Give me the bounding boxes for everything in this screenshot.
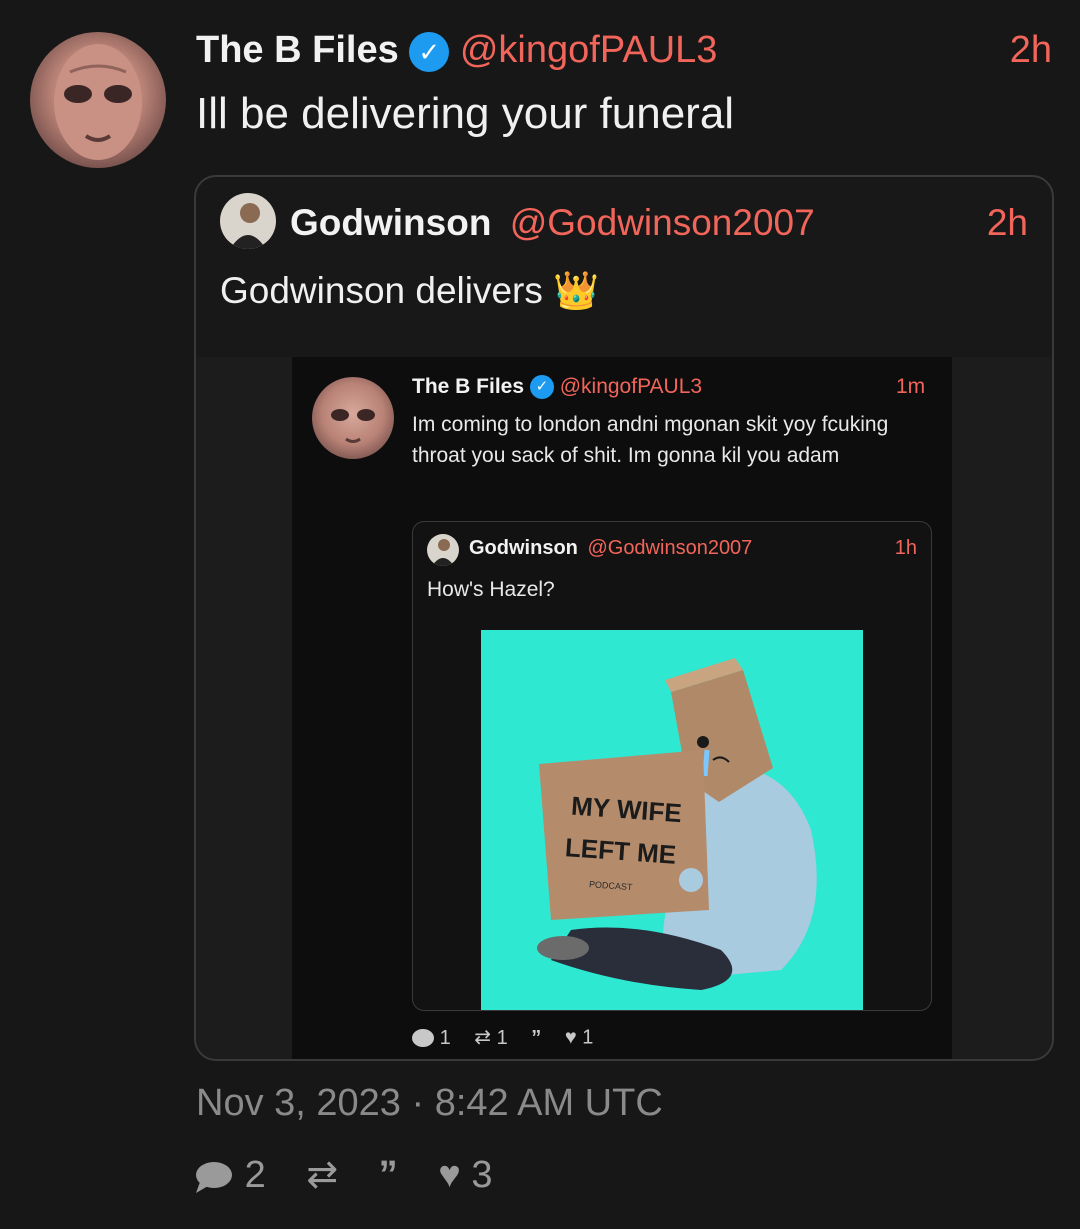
screenshot-handle: @kingofPAUL3 bbox=[559, 375, 703, 398]
reply-icon bbox=[412, 1028, 434, 1047]
screenshot-quoted-header: Godwinson @Godwinson2007 bbox=[469, 534, 752, 562]
tweet-timestamp[interactable]: Nov 3, 2023 · 8:42 AM UTC bbox=[196, 1080, 663, 1126]
tweet-time[interactable]: 2h bbox=[1010, 28, 1052, 72]
verified-badge-icon: ✓ bbox=[529, 375, 554, 400]
avatar[interactable] bbox=[30, 32, 166, 168]
retweet-icon[interactable]: ⇄ bbox=[306, 1154, 338, 1196]
screenshot-time: 1m bbox=[896, 375, 926, 398]
screenshot-quoted-handle: @Godwinson2007 bbox=[587, 537, 753, 559]
alien-face-icon bbox=[54, 44, 142, 160]
reply-count: 1 bbox=[439, 1026, 451, 1049]
quoted-avatar bbox=[220, 193, 276, 249]
quoted-time[interactable]: 2h bbox=[987, 201, 1028, 245]
screenshot-avatar bbox=[312, 377, 394, 459]
like-count: 1 bbox=[582, 1026, 594, 1049]
screenshot-text: Im coming to london andni mgonan skit yo… bbox=[412, 413, 889, 467]
screenshot-stats: 1 ⇄ 1 ” ♥ 1 bbox=[412, 1023, 593, 1052]
tweet-stats: 2 ⇄ ” ♥ 3 bbox=[194, 1150, 493, 1198]
handle[interactable]: @kingofPAUL3 bbox=[460, 29, 718, 71]
display-name[interactable]: The B Files bbox=[196, 29, 399, 71]
alien-face-icon bbox=[331, 409, 375, 443]
like-icon[interactable]: ♥ bbox=[438, 1154, 461, 1196]
like-count: 3 bbox=[471, 1153, 493, 1196]
retweet-count: 1 bbox=[496, 1026, 508, 1049]
screenshot-quoted-card: Godwinson @Godwinson2007 1h How's Hazel? bbox=[412, 521, 932, 1011]
reply-count: 2 bbox=[244, 1153, 266, 1196]
quoted-display-name[interactable]: Godwinson bbox=[290, 202, 491, 243]
screenshot-quoted-time: 1h bbox=[894, 537, 917, 559]
quoted-text: Godwinson delivers 👑 bbox=[220, 270, 600, 311]
reply-icon[interactable] bbox=[194, 1159, 234, 1193]
retweet-icon: ⇄ bbox=[474, 1026, 492, 1049]
screenshot-header: The B Files ✓ @kingofPAUL3 bbox=[412, 373, 702, 401]
person-icon bbox=[230, 203, 266, 249]
meme-image: MY WIFE LEFT ME PODCAST bbox=[481, 630, 863, 1010]
quoted-handle[interactable]: @Godwinson2007 bbox=[510, 202, 815, 243]
verified-badge-icon: ✓ bbox=[409, 31, 450, 72]
tweet-text: Ill be delivering your funeral bbox=[196, 89, 735, 138]
person-icon bbox=[432, 539, 454, 566]
quote-icon[interactable]: ” bbox=[379, 1154, 398, 1196]
screenshot-quoted-display-name: Godwinson bbox=[469, 537, 578, 559]
quoted-media-image[interactable]: The B Files ✓ @kingofPAUL3 1m Im coming … bbox=[196, 357, 1052, 1059]
screenshot-display-name: The B Files bbox=[412, 375, 525, 398]
quoted-header: Godwinson @Godwinson2007 bbox=[290, 201, 815, 245]
screenshot-tweet: The B Files ✓ @kingofPAUL3 1m Im coming … bbox=[292, 357, 952, 1059]
quote-icon: ” bbox=[531, 1026, 542, 1049]
like-icon: ♥ bbox=[564, 1026, 577, 1049]
tweet-header: The B Files ✓ @kingofPAUL3 bbox=[196, 28, 717, 72]
screenshot-quoted-avatar bbox=[427, 534, 459, 566]
quoted-tweet-card[interactable]: Godwinson @Godwinson2007 2h Godwinson de… bbox=[194, 175, 1054, 1061]
sad-bag-man-illustration: MY WIFE LEFT ME PODCAST bbox=[537, 658, 817, 990]
screenshot-quoted-text: How's Hazel? bbox=[427, 578, 555, 601]
